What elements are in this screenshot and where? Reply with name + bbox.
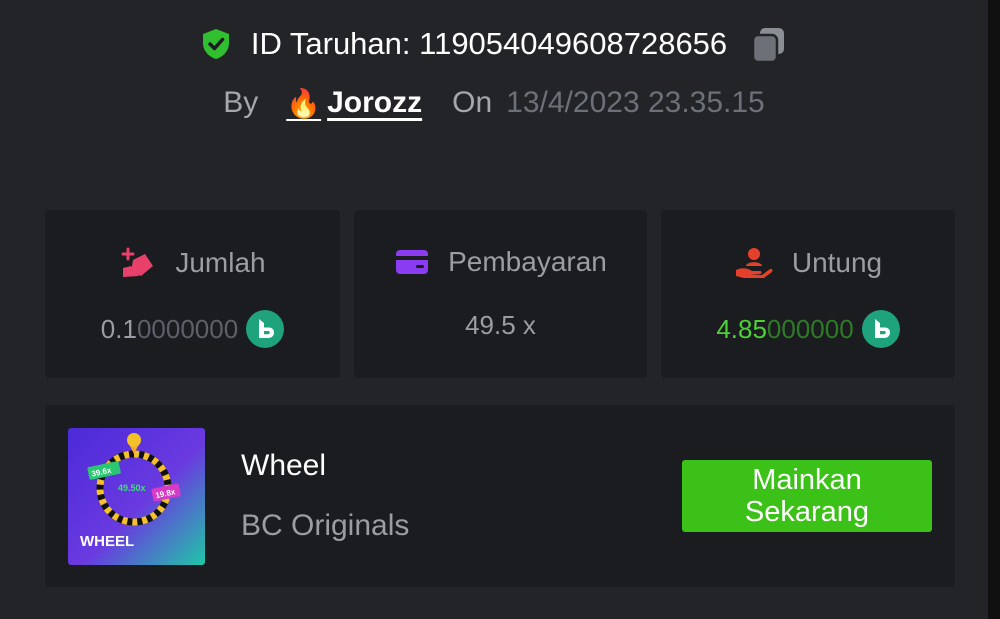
bet-author-row: By 🔥 Jorozz On 13/4/2023 23.35.15: [0, 86, 988, 120]
game-name: Wheel: [241, 449, 327, 482]
bet-detail-panel: ID Taruhan: 119054049608728656 By 🔥 Joro…: [0, 0, 988, 619]
amount-card: Jumlah 0.1 0000000: [45, 210, 340, 378]
wallet-card-icon: [396, 250, 429, 274]
copy-icon[interactable]: [749, 24, 789, 64]
wheel-game-thumbnail[interactable]: 39.6x 49.50x 19.8x WHEEL: [68, 428, 205, 565]
window-edge: [988, 0, 1000, 619]
payout-value: 49.5 x: [465, 310, 536, 340]
money-bag-icon: [121, 247, 154, 277]
profit-value-trailing: 000000: [766, 313, 854, 344]
bet-id-row: ID Taruhan: 119054049608728656: [0, 24, 988, 64]
profit-label: Untung: [791, 247, 883, 278]
amount-label: Jumlah: [175, 247, 266, 278]
profit-hand-icon: [735, 248, 773, 278]
thumb-label: WHEEL: [80, 533, 134, 550]
on-label: On: [452, 86, 493, 119]
bc-coin-icon: [246, 310, 285, 348]
bc-coin-icon: [861, 310, 900, 348]
game-provider: BC Originals: [241, 509, 410, 542]
payout-label: Pembayaran: [448, 246, 607, 277]
play-now-button[interactable]: Mainkan Sekarang: [682, 460, 932, 532]
payout-card: Pembayaran 49.5 x: [354, 210, 647, 378]
bet-id-text: ID Taruhan: 119054049608728656: [250, 26, 728, 61]
by-label: By: [223, 86, 259, 119]
thumb-mult-b: 49.50x: [118, 483, 146, 493]
game-card: 39.6x 49.50x 19.8x WHEEL Wheel BC Origin…: [45, 405, 955, 587]
amount-value-main: 0.1: [100, 313, 137, 344]
profit-card: Untung 4.85 000000: [661, 210, 955, 378]
shield-check-icon: [202, 29, 229, 59]
profit-value-main: 4.85: [716, 313, 767, 344]
fire-icon: 🔥: [286, 87, 322, 119]
user-link[interactable]: 🔥 Jorozz: [286, 86, 422, 120]
username: Jorozz: [327, 86, 423, 119]
bet-date: 13/4/2023 23.35.15: [506, 86, 765, 119]
amount-value-trailing: 0000000: [136, 313, 239, 344]
